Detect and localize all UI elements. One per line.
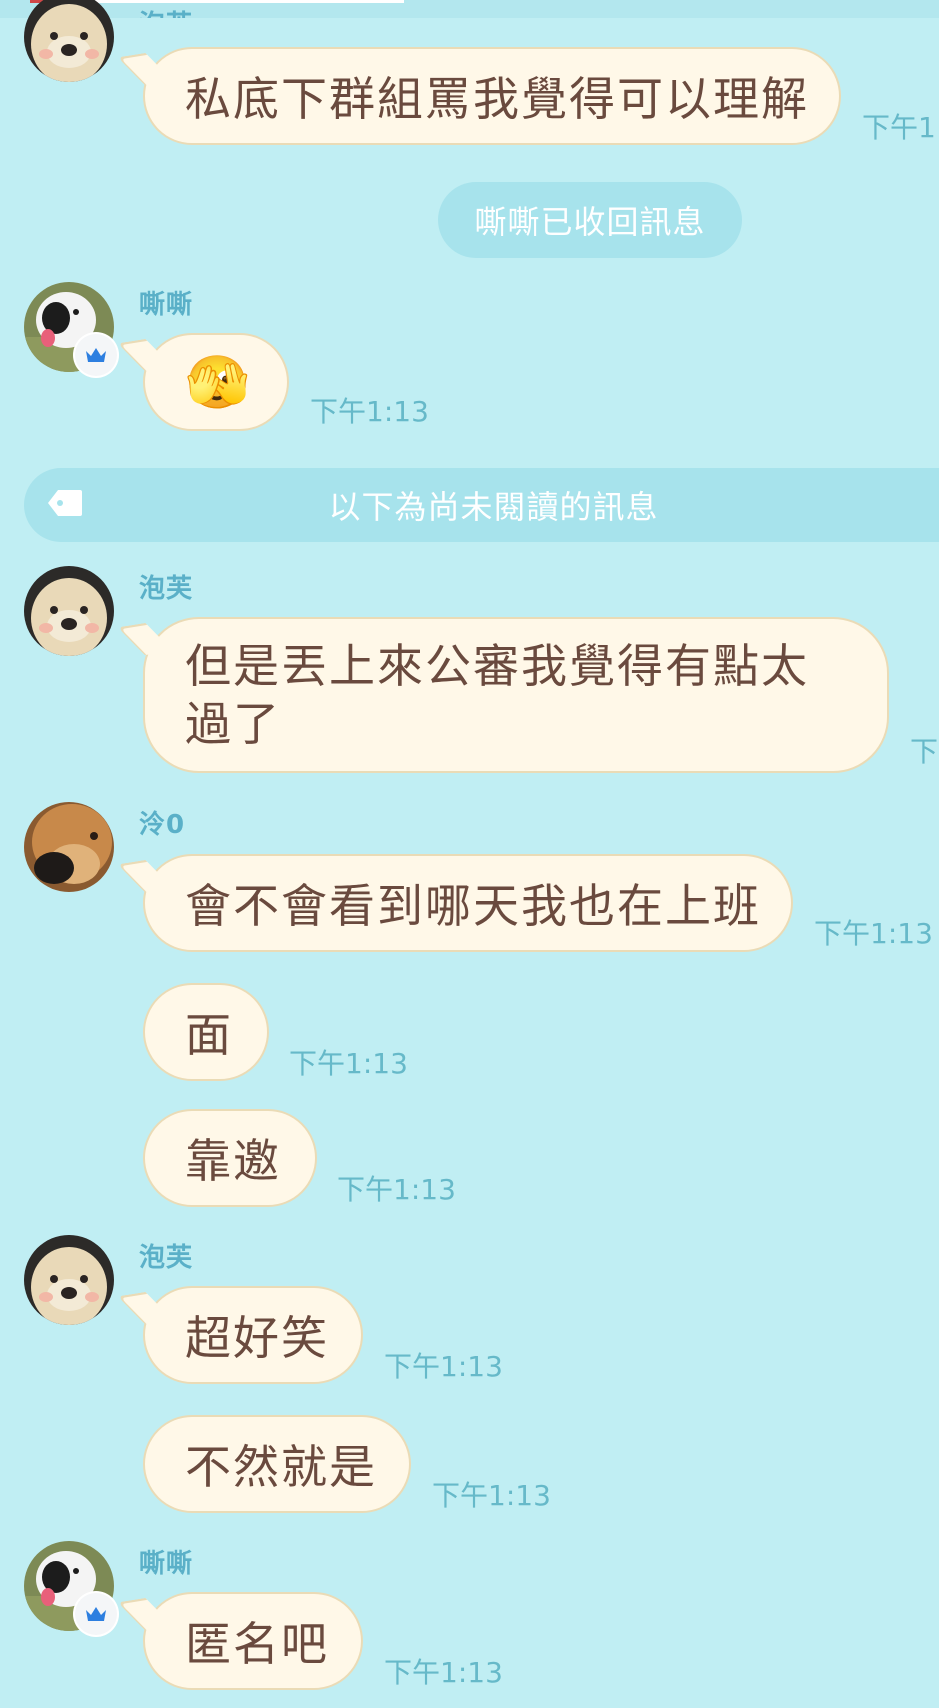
message-time: 下午1:13 — [337, 1173, 456, 1206]
message-text: 超好笑 — [185, 1311, 329, 1365]
crown-badge — [75, 334, 117, 376]
message-bubble[interactable]: 會不會看到哪天我也在上班 — [143, 854, 793, 952]
emoji-peeking: 🫣 — [185, 352, 252, 413]
sender-name: 泡芙 — [139, 574, 194, 604]
status-indicator-bar — [64, 0, 404, 3]
avatar-ling0[interactable] — [24, 802, 114, 892]
sender-name: 泠0 — [139, 810, 186, 840]
message-time: 下午1:13 — [310, 395, 429, 428]
message-time: 下午1:13 — [432, 1479, 551, 1512]
message-bubble[interactable]: 私底下群組罵我覺得可以理解 — [143, 47, 841, 145]
message-text: 匿名吧 — [185, 1617, 329, 1671]
message-text: 但是丟上來公審我覺得有點太過了 — [185, 639, 809, 751]
unread-divider-text: 以下為尚未閱讀的訊息 — [328, 488, 659, 526]
message-bubble[interactable]: 🫣 — [143, 333, 289, 431]
avatar-paofu[interactable] — [24, 566, 114, 656]
message-bubble[interactable]: 不然就是 — [143, 1415, 411, 1513]
sender-name: 嘶嘶 — [139, 1549, 194, 1579]
unread-divider: 以下為尚未閱讀的訊息 — [24, 468, 939, 542]
message-time: 下午1:13 — [814, 917, 933, 950]
message-bubble[interactable]: 但是丟上來公審我覺得有點太過了 — [143, 617, 889, 773]
crown-icon — [86, 348, 106, 362]
sender-name: 嘶嘶 — [139, 290, 194, 320]
message-text: 不然就是 — [185, 1440, 377, 1494]
message-text: 私底下群組罵我覺得可以理解 — [185, 72, 809, 126]
message-time: 下午1:13 — [384, 1350, 503, 1383]
message-bubble[interactable]: 面 — [143, 983, 269, 1081]
crown-icon — [86, 1607, 106, 1621]
message-bubble[interactable]: 匿名吧 — [143, 1592, 363, 1690]
recall-notice: 嘶嘶已收回訊息 — [438, 182, 742, 258]
message-time: 下午1:13 — [384, 1656, 503, 1689]
message-bubble[interactable]: 超好笑 — [143, 1286, 363, 1384]
message-text: 會不會看到哪天我也在上班 — [185, 879, 761, 933]
message-time: 下午1 — [862, 111, 936, 144]
avatar-paofu[interactable] — [24, 0, 114, 82]
message-time: 下 — [910, 735, 939, 768]
sender-name: 泡芙 — [139, 1243, 194, 1273]
recall-notice-text: 嘶嘶已收回訊息 — [474, 203, 706, 241]
message-text: 面 — [185, 1008, 233, 1062]
message-time: 下午1:13 — [289, 1047, 408, 1080]
crown-badge — [75, 1593, 117, 1635]
avatar-paofu[interactable] — [24, 1235, 114, 1325]
sender-name: 泡芙 — [139, 4, 193, 18]
message-text: 靠邀 — [185, 1134, 281, 1188]
message-bubble[interactable]: 靠邀 — [143, 1109, 317, 1207]
